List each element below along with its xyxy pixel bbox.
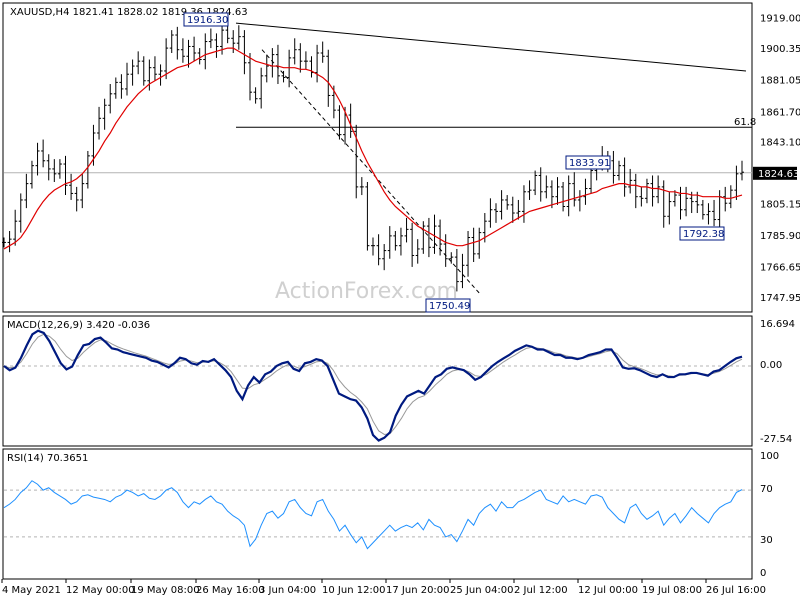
x-axis: 4 May 2021 12 May 00:00 19 May 08:00 26 …	[2, 585, 766, 596]
x-tick-label: 17 Jun 20:00	[386, 585, 450, 596]
current-price-label: 1824.63	[758, 169, 799, 180]
rsi-title: RSI(14) 70.3651	[7, 453, 88, 464]
y-tick-label: 1843.10	[760, 138, 800, 149]
forex-chart: ActionForex.com XAUUSD,H4 1821.41 1828.0…	[0, 0, 800, 600]
rsi-y-tick: 0	[760, 568, 766, 579]
annotation-label: 1792.38	[683, 229, 724, 240]
x-tick-label: 10 Jun 12:00	[322, 585, 386, 596]
x-tick-label: 3 Jun 04:00	[259, 585, 316, 596]
x-tick-label: 19 May 08:00	[131, 585, 200, 596]
x-tick-label: 12 May 00:00	[66, 585, 135, 596]
annotation-swing-low: 1792.38	[679, 226, 725, 241]
x-tick-label: 2 Jul 12:00	[514, 585, 568, 596]
annotation-label: 1833.91	[569, 158, 610, 169]
y-tick-label: 1881.05	[760, 76, 800, 87]
rsi-y-tick: 30	[760, 535, 773, 546]
macd-y-tick: -27.54	[760, 434, 792, 445]
macd-y-tick: 16.694	[760, 319, 795, 330]
x-tick-label: 19 Jul 08:00	[642, 585, 702, 596]
y-tick-label: 1900.35	[760, 44, 800, 55]
macd-title: MACD(12,26,9) 3.420 -0.036	[7, 320, 150, 331]
annotation-label: 1750.49	[429, 301, 470, 312]
rsi-y-tick: 70	[760, 484, 773, 495]
x-tick-label: 25 Jun 04:00	[450, 585, 514, 596]
y-tick-label: 1861.70	[760, 107, 800, 118]
fib-label: 61.8	[734, 117, 756, 128]
y-tick-label: 1766.65	[760, 262, 800, 273]
rsi-y-tick: 100	[760, 451, 779, 462]
y-tick-label: 1919.00	[760, 14, 800, 25]
annotation-label: 1916.30	[187, 15, 228, 26]
annotation-low: 1750.49	[425, 298, 471, 313]
x-tick-label: 26 May 16:00	[196, 585, 265, 596]
annotation-swing-high: 1833.91	[565, 155, 611, 170]
annotation-high: 1916.30	[183, 12, 229, 27]
x-tick-label: 4 May 2021	[2, 585, 61, 596]
y-tick-label: 1785.90	[760, 231, 800, 242]
x-tick-label: 12 Jul 00:00	[578, 585, 638, 596]
y-tick-label: 1747.95	[760, 293, 800, 304]
macd-y-tick: 0.00	[760, 360, 782, 371]
x-tick-label: 26 Jul 16:00	[706, 585, 766, 596]
y-tick-label: 1805.15	[760, 200, 800, 211]
